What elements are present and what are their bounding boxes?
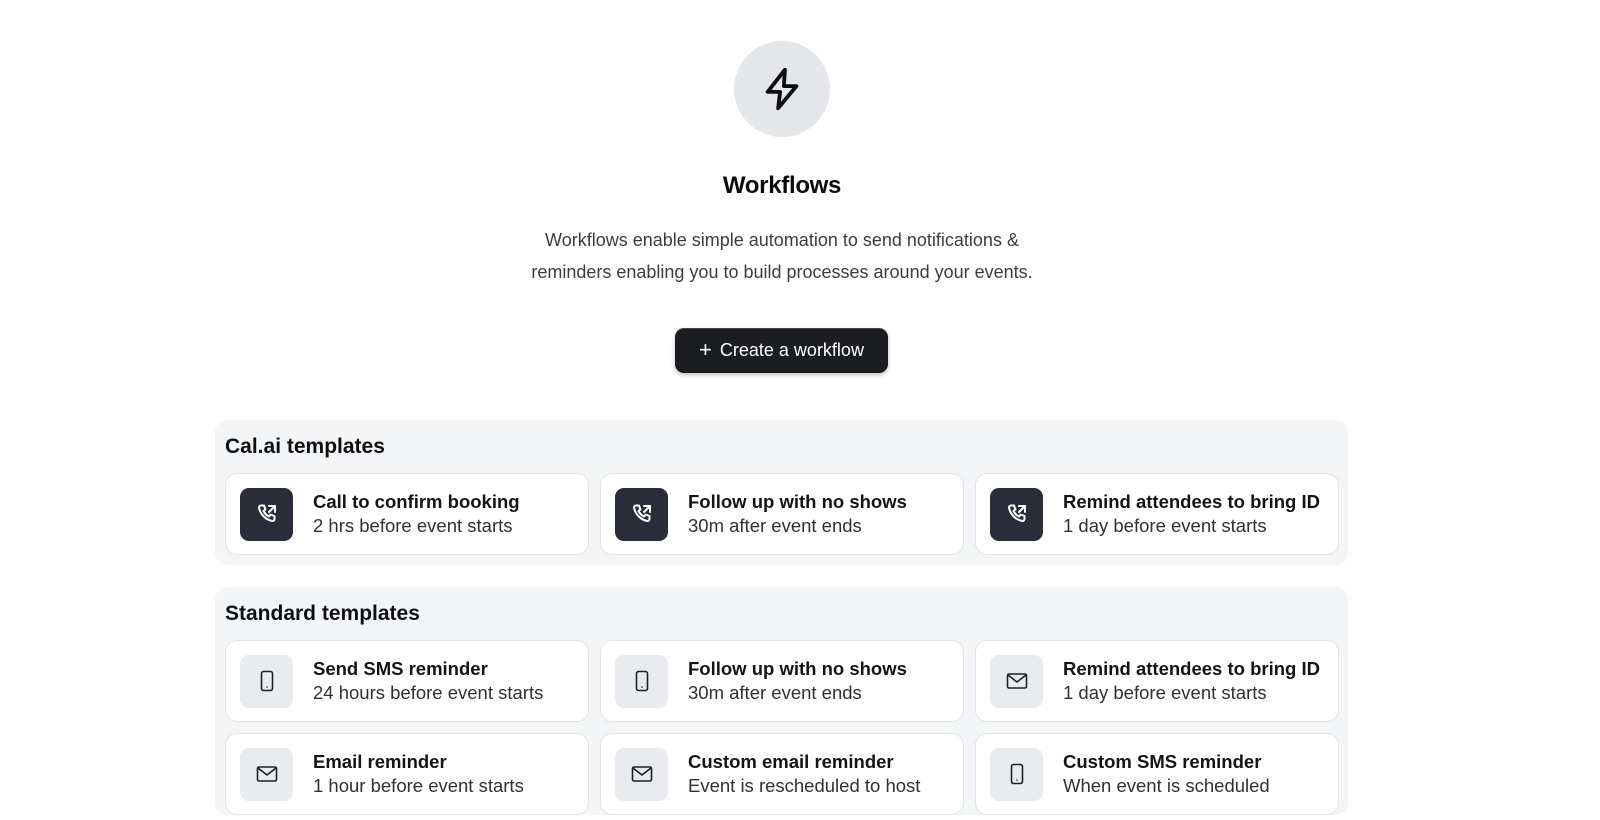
card-icon-box <box>990 654 1043 708</box>
phone-call-icon <box>632 504 651 522</box>
hero-icon-circle <box>734 41 830 137</box>
card-icon-box <box>990 487 1043 541</box>
workflows-page: Workflows Workflows enable simple automa… <box>0 0 1600 820</box>
smartphone-icon <box>635 670 648 692</box>
card-icon-box <box>615 747 668 801</box>
mail-icon <box>256 766 277 782</box>
card-icon-box <box>240 487 293 541</box>
card-subtitle: 30m after event ends <box>688 515 862 536</box>
card-subtitle: Event is rescheduled to host <box>688 775 921 796</box>
plus-icon: + <box>699 336 712 362</box>
card-text: Email reminder 1 hour before event start… <box>313 751 524 797</box>
card-icon-box <box>240 654 293 708</box>
card-subtitle: 24 hours before event starts <box>313 682 544 703</box>
calai-templates-section: Cal.ai templates Call to confirm booking… <box>215 420 1348 565</box>
card-text: Remind attendees to bring ID 1 day befor… <box>1063 491 1320 537</box>
card-title: Follow up with no shows <box>688 491 907 512</box>
phone-call-icon <box>257 504 276 522</box>
template-card[interactable]: Remind attendees to bring ID 1 day befor… <box>975 473 1339 555</box>
card-subtitle: 1 hour before event starts <box>313 775 524 796</box>
card-text: Follow up with no shows 30m after event … <box>688 658 907 704</box>
template-card[interactable]: Custom email reminder Event is reschedul… <box>600 733 964 815</box>
description-line-1: Workflows enable simple automation to se… <box>545 230 1019 250</box>
card-icon-box <box>615 487 668 541</box>
lightning-bolt-icon <box>765 67 799 111</box>
template-card[interactable]: Follow up with no shows 30m after event … <box>600 473 964 555</box>
smartphone-icon <box>260 670 273 692</box>
page-description: Workflows enable simple automation to se… <box>482 224 1082 288</box>
card-text: Call to confirm booking 2 hrs before eve… <box>313 491 520 537</box>
card-title: Custom SMS reminder <box>1063 751 1262 772</box>
card-icon-box <box>990 747 1043 801</box>
template-card[interactable]: Remind attendees to bring ID 1 day befor… <box>975 640 1339 722</box>
card-subtitle: 30m after event ends <box>688 682 862 703</box>
card-subtitle: 2 hrs before event starts <box>313 515 513 536</box>
card-text: Follow up with no shows 30m after event … <box>688 491 907 537</box>
card-icon-box <box>240 747 293 801</box>
card-subtitle: 1 day before event starts <box>1063 682 1267 703</box>
template-card[interactable]: Call to confirm booking 2 hrs before eve… <box>225 473 589 555</box>
card-title: Send SMS reminder <box>313 658 488 679</box>
template-card[interactable]: Email reminder 1 hour before event start… <box>225 733 589 815</box>
card-icon-box <box>615 654 668 708</box>
card-text: Custom email reminder Event is reschedul… <box>688 751 920 797</box>
section-title: Standard templates <box>225 602 420 625</box>
description-line-2: reminders enabling you to build processe… <box>531 262 1033 282</box>
card-title: Follow up with no shows <box>688 658 907 679</box>
card-title: Email reminder <box>313 751 447 772</box>
card-title: Remind attendees to bring ID <box>1063 491 1320 512</box>
phone-call-icon <box>1007 504 1026 522</box>
template-card[interactable]: Custom SMS reminder When event is schedu… <box>975 733 1339 815</box>
card-title: Remind attendees to bring ID <box>1063 658 1320 679</box>
mail-icon <box>1006 673 1027 689</box>
card-text: Send SMS reminder 24 hours before event … <box>313 658 543 704</box>
card-text: Custom SMS reminder When event is schedu… <box>1063 751 1270 797</box>
template-card[interactable]: Follow up with no shows 30m after event … <box>600 640 964 722</box>
standard-templates-section: Standard templates Send SMS reminder 24 … <box>215 587 1348 815</box>
template-card[interactable]: Send SMS reminder 24 hours before event … <box>225 640 589 722</box>
create-workflow-button[interactable]: + Create a workflow <box>675 328 888 373</box>
section-title: Cal.ai templates <box>225 435 385 458</box>
card-title: Call to confirm booking <box>313 491 520 512</box>
card-text: Remind attendees to bring ID 1 day befor… <box>1063 658 1320 704</box>
mail-icon <box>631 766 652 782</box>
page-title: Workflows <box>722 172 842 199</box>
calai-template-grid: Call to confirm booking 2 hrs before eve… <box>225 473 1339 555</box>
smartphone-icon <box>1010 763 1023 785</box>
create-workflow-label: Create a workflow <box>719 340 864 360</box>
card-title: Custom email reminder <box>688 751 894 772</box>
card-subtitle: When event is scheduled <box>1063 775 1270 796</box>
standard-template-grid: Send SMS reminder 24 hours before event … <box>225 640 1339 815</box>
card-subtitle: 1 day before event starts <box>1063 515 1267 536</box>
